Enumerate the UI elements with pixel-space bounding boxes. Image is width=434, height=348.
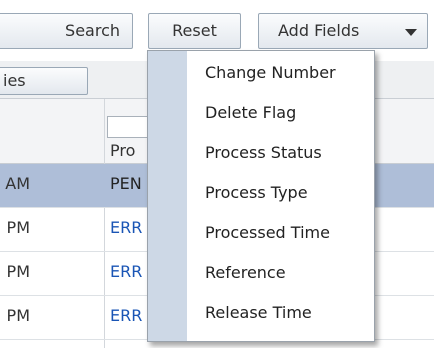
search-button[interactable]: Search (0, 13, 133, 49)
menu-item-process-status[interactable]: Process Status (205, 143, 322, 162)
menu-item-reference[interactable]: Reference (205, 263, 286, 282)
status-cell[interactable]: PEN (110, 174, 142, 193)
menu-item-processed-time[interactable]: Processed Time (205, 223, 330, 242)
time-cell: PM (6, 218, 30, 237)
add-fields-label: Add Fields (278, 21, 360, 40)
process-status-column-header[interactable]: Pro (110, 141, 135, 160)
status-link[interactable]: ERR (110, 306, 142, 325)
menu-icon-gutter (148, 51, 187, 341)
add-fields-button[interactable]: Add Fields (258, 13, 428, 49)
status-link[interactable]: ERR (110, 218, 142, 237)
add-fields-menu: Change Number Delete Flag Process Status… (147, 50, 375, 342)
column-filter-input[interactable] (107, 116, 152, 138)
properties-tab[interactable]: ies (0, 67, 88, 95)
menu-item-delete-flag[interactable]: Delete Flag (205, 103, 296, 122)
time-cell: AM (5, 174, 30, 193)
time-cell: PM (6, 262, 30, 281)
menu-item-change-number[interactable]: Change Number (205, 63, 336, 82)
chevron-down-icon[interactable] (405, 29, 417, 36)
menu-item-process-type[interactable]: Process Type (205, 183, 308, 202)
menu-item-release-time[interactable]: Release Time (205, 303, 312, 322)
time-cell: PM (6, 306, 30, 325)
status-link[interactable]: ERR (110, 262, 142, 281)
reset-button[interactable]: Reset (148, 13, 241, 49)
